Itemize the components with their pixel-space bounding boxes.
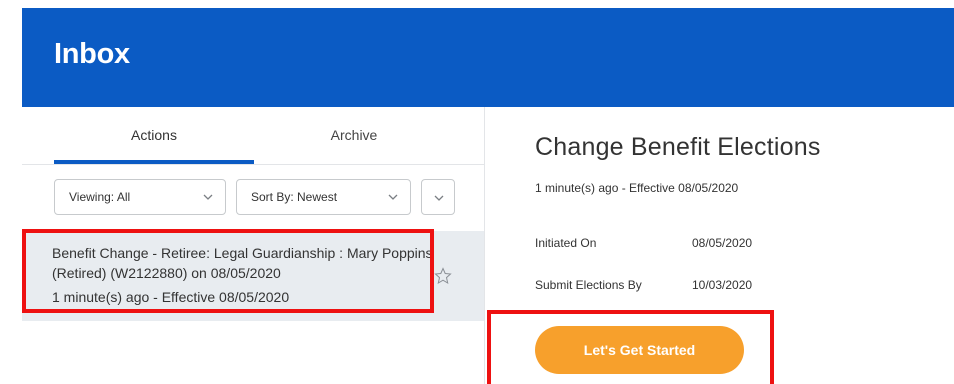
app-header: Inbox (22, 8, 954, 107)
chevron-down-icon (203, 194, 213, 200)
page-title: Inbox (54, 38, 130, 70)
viewing-filter-select[interactable]: Viewing: All (54, 179, 226, 215)
chevron-down-icon (388, 194, 398, 200)
highlight-box-inbox-item (22, 229, 434, 313)
chevron-down-icon (434, 195, 444, 201)
sort-select[interactable]: Sort By: Newest (236, 179, 411, 215)
highlight-box-cta (487, 310, 774, 384)
initiated-on-value: 08/05/2020 (692, 236, 753, 250)
tab-actions[interactable]: Actions (54, 107, 254, 163)
initiated-on-label: Initiated On (535, 236, 597, 250)
tab-archive[interactable]: Archive (254, 107, 454, 163)
submit-elections-by-value: 10/03/2020 (692, 278, 753, 292)
detail-title: Change Benefit Elections (535, 133, 821, 161)
sort-label: Sort By: Newest (251, 190, 338, 204)
tab-divider (22, 164, 484, 165)
star-icon[interactable] (434, 267, 452, 285)
detail-meta: 1 minute(s) ago - Effective 08/05/2020 (535, 181, 739, 195)
more-options-button[interactable] (421, 179, 455, 215)
viewing-filter-label: Viewing: All (69, 190, 131, 204)
submit-elections-by-label: Submit Elections By (535, 278, 642, 292)
